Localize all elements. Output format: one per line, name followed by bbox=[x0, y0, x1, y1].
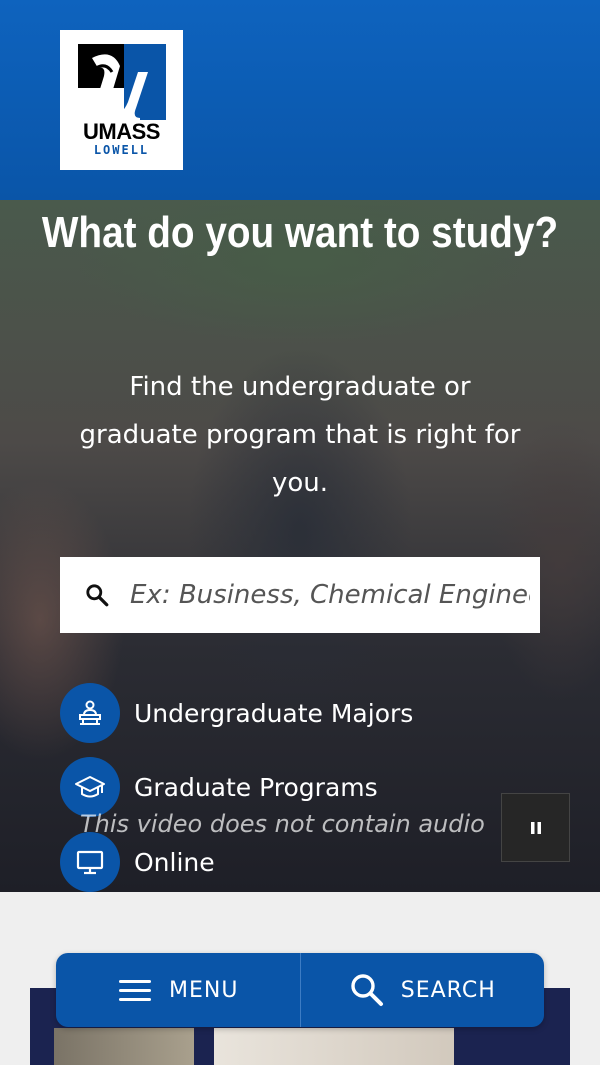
umass-lowell-logo[interactable]: UMASS LOWELL bbox=[60, 30, 183, 170]
umass-lowell-u-mark-icon bbox=[78, 44, 166, 120]
online-label: Online bbox=[134, 847, 215, 877]
hamburger-menu-icon bbox=[119, 980, 152, 1001]
program-search-input[interactable] bbox=[130, 580, 530, 610]
graduation-cap-icon bbox=[60, 757, 120, 817]
undergraduate-majors-label: Undergraduate Majors bbox=[134, 698, 414, 728]
menu-button-label: MENU bbox=[169, 977, 239, 1003]
menu-button[interactable]: MENU bbox=[56, 953, 300, 1027]
hero-video-section: What do you want to study? Find the unde… bbox=[0, 200, 600, 892]
card-photo bbox=[54, 1028, 194, 1065]
program-search-box bbox=[60, 557, 540, 633]
card-photo bbox=[214, 1028, 454, 1065]
graduate-programs-link[interactable]: Graduate Programs bbox=[60, 757, 378, 817]
bottom-nav-bar: MENU SEARCH bbox=[56, 953, 544, 1027]
video-pause-button[interactable] bbox=[501, 793, 570, 862]
search-button-label: SEARCH bbox=[400, 977, 496, 1003]
logo-word-umass: UMASS bbox=[83, 119, 160, 144]
site-header: UMASS LOWELL bbox=[0, 0, 600, 200]
monitor-icon bbox=[60, 832, 120, 892]
undergraduate-majors-link[interactable]: Undergraduate Majors bbox=[60, 683, 413, 743]
logo-word-lowell: LOWELL bbox=[93, 143, 150, 157]
graduate-programs-label: Graduate Programs bbox=[134, 772, 378, 802]
search-button[interactable]: SEARCH bbox=[299, 953, 545, 1027]
page-title: What do you want to study? bbox=[41, 208, 559, 257]
search-icon bbox=[86, 584, 109, 607]
search-icon bbox=[351, 974, 383, 1006]
hero-subtitle: Find the undergraduate or graduate progr… bbox=[79, 372, 521, 498]
online-programs-link[interactable]: Online bbox=[60, 832, 215, 892]
student-desk-icon bbox=[60, 683, 120, 743]
pause-icon bbox=[530, 821, 541, 834]
